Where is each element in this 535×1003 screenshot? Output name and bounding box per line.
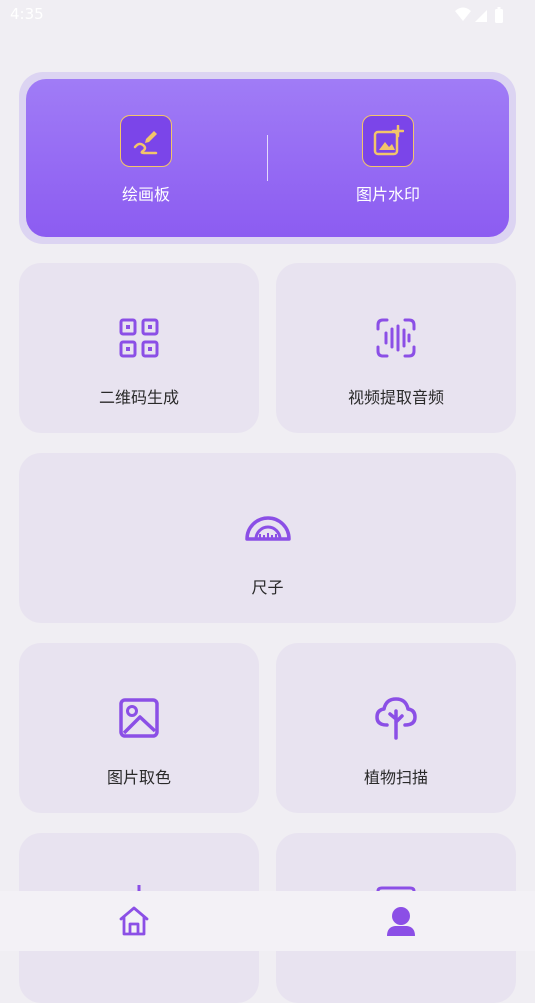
- featured-tools-panel: 绘画板 图片水印: [26, 79, 509, 237]
- user-icon: [387, 907, 415, 936]
- wifi-icon: [455, 7, 471, 21]
- qr-code-generator-card[interactable]: 二维码生成: [19, 263, 259, 433]
- signal-icon: [475, 10, 487, 22]
- image-icon: [119, 698, 159, 738]
- image-color-picker-label: 图片取色: [106, 768, 171, 787]
- home-icon: [119, 906, 149, 936]
- protractor-ruler-icon: [245, 516, 291, 541]
- qr-code-icon: [119, 318, 159, 358]
- bottom-navigation: [0, 891, 535, 951]
- image-watermark-label: 图片水印: [355, 185, 420, 204]
- qr-code-generator-label: 二维码生成: [98, 388, 179, 407]
- image-watermark-button[interactable]: 图片水印: [268, 79, 508, 237]
- drawing-board-icon: [120, 115, 172, 167]
- drawing-board-button[interactable]: 绘画板: [26, 79, 266, 237]
- nav-profile-button[interactable]: [268, 891, 535, 951]
- drawing-board-label: 绘画板: [121, 185, 170, 204]
- featured-tools-card: 绘画板 图片水印: [19, 72, 516, 244]
- audio-wave-icon: [376, 318, 416, 358]
- video-extract-audio-label: 视频提取音频: [347, 388, 444, 407]
- status-time: 4:35: [10, 5, 44, 23]
- video-extract-audio-card[interactable]: 视频提取音频: [276, 263, 516, 433]
- ruler-card[interactable]: 尺子: [19, 453, 516, 623]
- battery-icon: [495, 9, 503, 23]
- tree-icon: [375, 697, 417, 740]
- ruler-label: 尺子: [251, 578, 284, 597]
- plant-scan-card[interactable]: 植物扫描: [276, 643, 516, 813]
- image-watermark-icon: [362, 115, 414, 167]
- plant-scan-label: 植物扫描: [363, 768, 428, 787]
- image-color-picker-card[interactable]: 图片取色: [19, 643, 259, 813]
- nav-home-button[interactable]: [0, 891, 267, 951]
- status-bar: 4:35: [0, 0, 535, 30]
- status-icons: [455, 7, 503, 23]
